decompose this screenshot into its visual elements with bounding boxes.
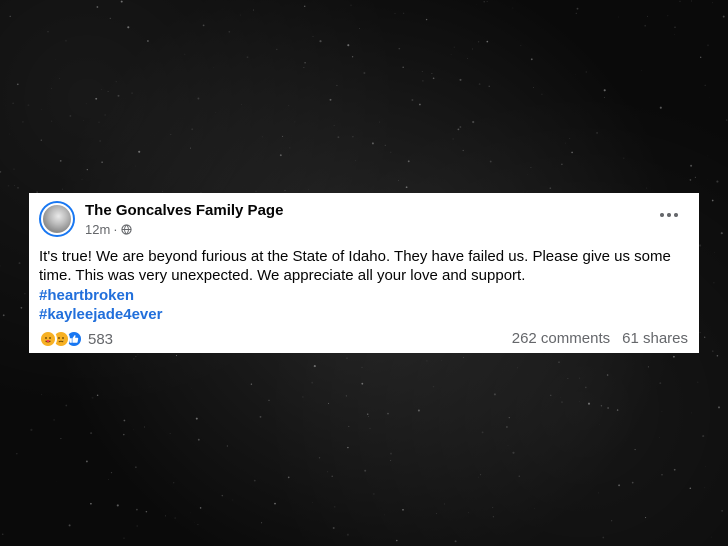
avatar-image <box>41 203 73 235</box>
post-meta: 12m · <box>85 222 132 237</box>
care-reaction-icon <box>39 330 57 348</box>
comments-count-link[interactable]: 262 comments <box>512 330 610 347</box>
reaction-count: 583 <box>88 330 114 348</box>
page-name-link[interactable]: The Goncalves Family Page <box>85 202 283 219</box>
more-options-icon[interactable] <box>657 205 681 225</box>
post-stats: 262 comments 61 shares <box>512 330 688 347</box>
shares-count-link[interactable]: 61 shares <box>622 330 688 347</box>
page-avatar[interactable] <box>39 201 75 237</box>
post-body-text: It's true! We are beyond furious at the … <box>39 248 671 284</box>
reactions-summary[interactable]: 583 <box>39 330 113 348</box>
post-timestamp[interactable]: 12m <box>85 222 110 237</box>
meta-separator: · <box>113 222 118 237</box>
facebook-post-card: The Goncalves Family Page 12m · It's tru… <box>29 193 699 353</box>
hashtag-link[interactable]: #heartbroken <box>39 286 134 305</box>
hashtag-link[interactable]: #kayleejade4ever <box>39 305 162 324</box>
globe-icon <box>121 224 132 235</box>
